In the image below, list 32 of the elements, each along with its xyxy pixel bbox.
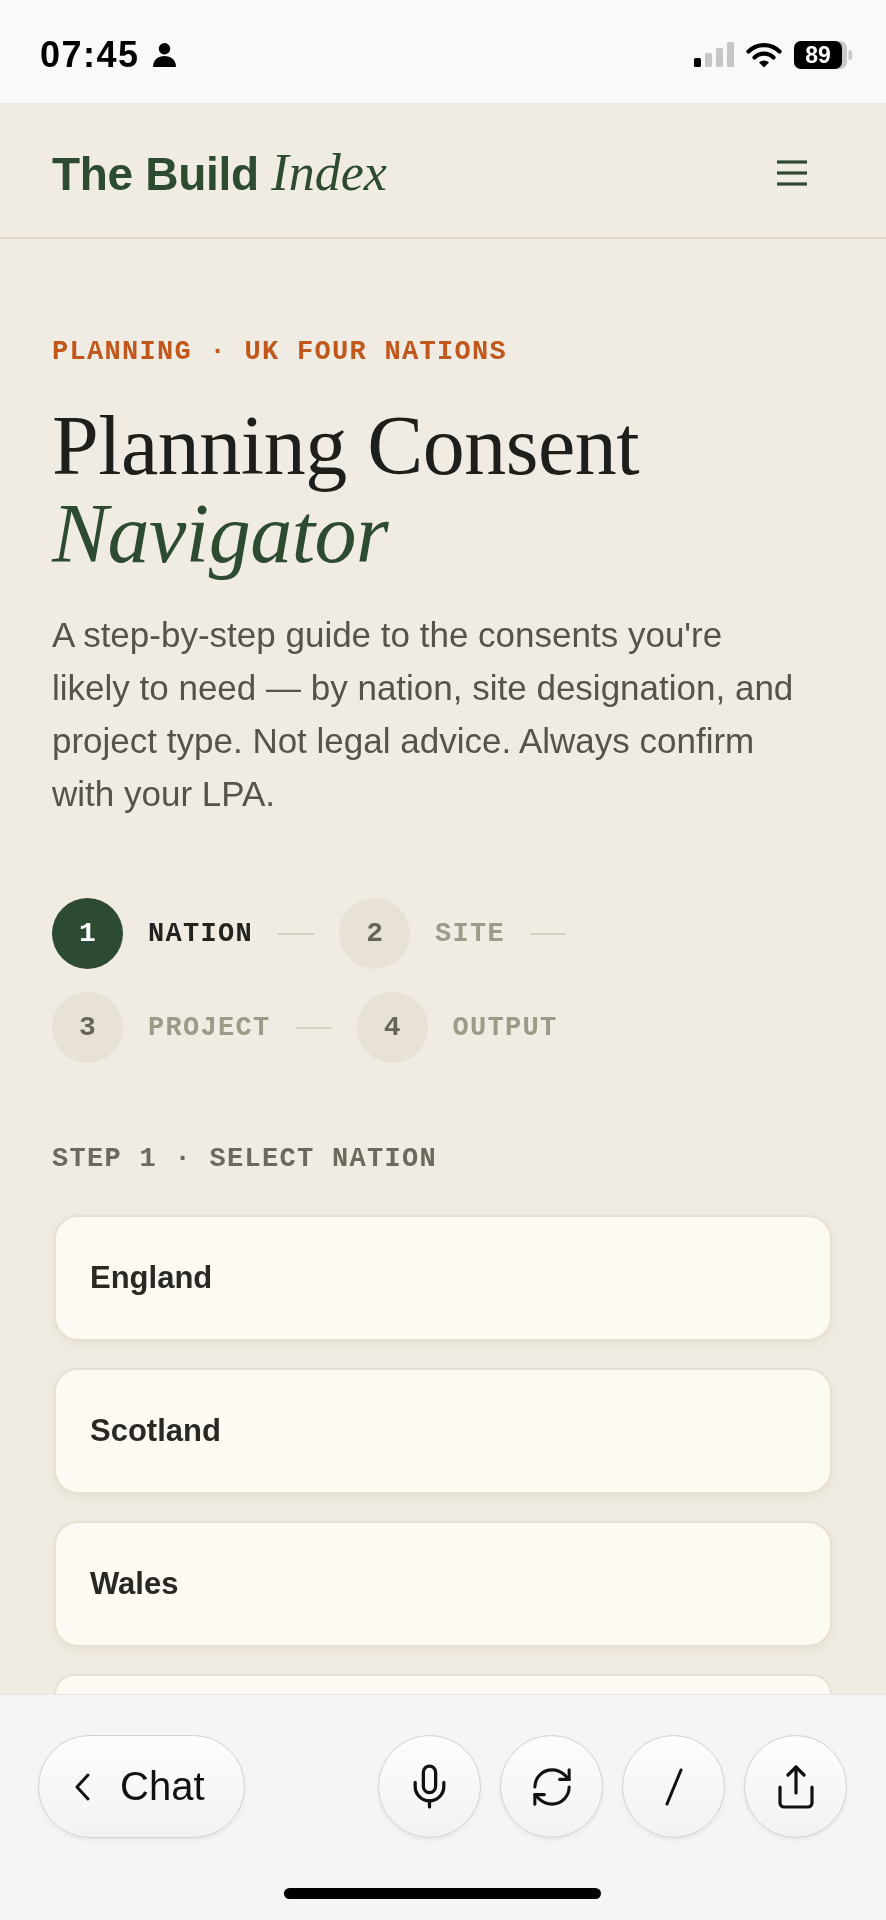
menu-icon[interactable] [777,160,807,186]
nation-option[interactable]: Scotland [54,1368,832,1494]
intro-text: A step-by-step guide to the consents you're likely to need — by nation, site designation, and project type. Not legal advice. Always confirm with your LPA. [52,614,795,815]
refresh-icon [531,1766,572,1807]
step-label: NATION [148,917,254,950]
battery-icon [794,40,852,69]
step-indicator: 3 [52,992,123,1063]
section-heading: STEP 1 · SELECT NATION [52,1143,439,1175]
status-time: 07:45 [40,36,140,73]
nation-option[interactable]: Wales [54,1521,832,1647]
wifi-icon [746,41,782,68]
step-indicator: 2 [339,898,411,969]
step-label: OUTPUT [452,1011,558,1044]
share-icon [777,1764,814,1809]
chevron-left-icon [73,1772,91,1801]
step-connector [295,1026,332,1029]
page-title: Planning Consent Navigator [52,402,640,578]
step-indicator: 1 [52,898,123,969]
slash-icon [663,1766,684,1807]
nation-option[interactable]: England [54,1215,832,1341]
step-label: PROJECT [148,1011,271,1044]
eyebrow-text: PLANNING · UK FOUR NATIONS [52,336,509,368]
back-to-chat-button[interactable]: Chat [38,1735,245,1838]
step-connector [278,932,315,935]
step-connector [530,932,567,935]
step-label: SITE [435,917,506,950]
battery-percentage: 89 [805,43,831,66]
microphone-icon [413,1764,446,1809]
step-indicator: 4 [356,992,428,1063]
person-icon [151,42,177,67]
signal-icon [694,42,734,67]
site-logo[interactable]: The Build Index [52,141,387,205]
